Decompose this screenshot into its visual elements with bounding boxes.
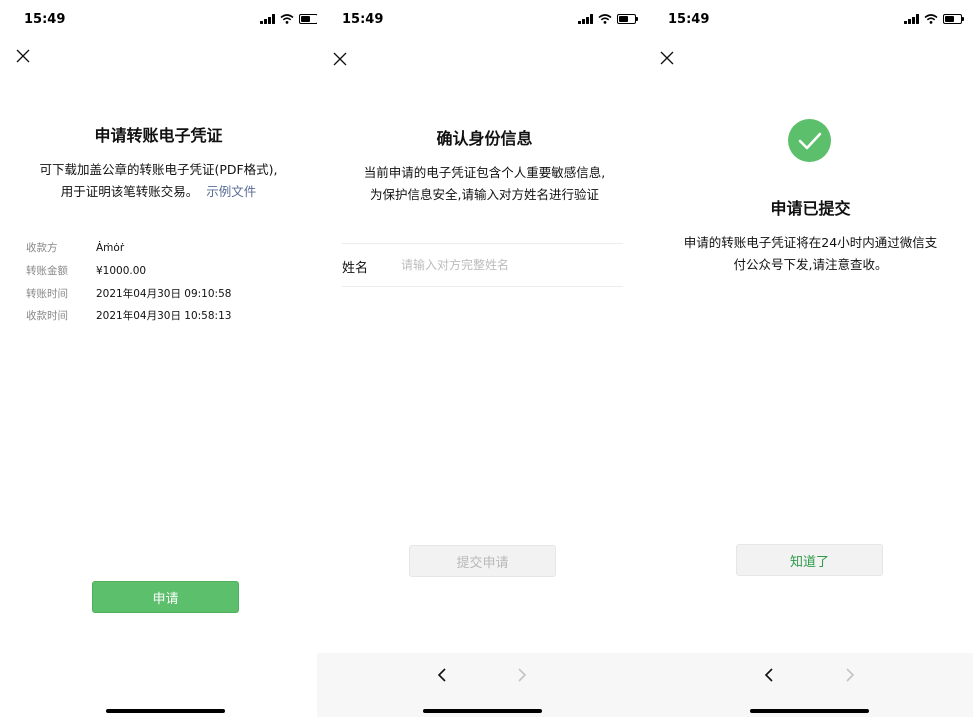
description-line-1: 可下载加盖公章的转账电子凭证(PDF格式), <box>39 162 278 177</box>
divider <box>342 243 623 244</box>
close-icon[interactable] <box>15 48 31 64</box>
description-line-1: 申请的转账电子凭证将在24小时内通过微信支 <box>683 235 938 250</box>
chevron-left-icon <box>437 668 446 682</box>
status-time: 15:49 <box>342 12 384 27</box>
confirm-identity-screen: 15:49 确认身份信息 当前申请的电子凭证包含个人重要敏感信息, 为保护信息安… <box>317 0 646 717</box>
description: 申请的转账电子凭证将在24小时内通过微信支 付公众号下发,请注意查收。 <box>648 232 973 276</box>
check-icon <box>798 132 821 149</box>
page-title: 确认身份信息 <box>436 129 533 148</box>
apply-voucher-screen: 15:49 申请转账电子凭证 可下载加盖公章的转账电子凭证(PDF格式), 用于… <box>0 0 317 717</box>
wifi-icon <box>924 14 938 24</box>
success-indicator <box>788 119 831 162</box>
wifi-icon <box>598 14 612 24</box>
back-button[interactable] <box>427 663 457 687</box>
status-time: 15:49 <box>24 12 66 27</box>
submitted-screen: 15:49 申请已提交 申请的转账电子凭证将在24小时内通过微信支 付公众号下发… <box>646 0 973 717</box>
back-button[interactable] <box>754 663 784 687</box>
forward-button[interactable] <box>835 663 865 687</box>
cellular-signal-icon <box>904 14 919 24</box>
description: 当前申请的电子凭证包含个人重要敏感信息, 为保护信息安全,请输入对方姓名进行验证 <box>323 162 646 206</box>
close-icon[interactable] <box>659 50 675 66</box>
battery-icon <box>943 14 964 24</box>
apply-button[interactable]: 申请 <box>92 581 239 613</box>
close-icon[interactable] <box>332 51 348 67</box>
page-title: 申请已提交 <box>770 199 851 218</box>
description-line-2: 为保护信息安全,请输入对方姓名进行验证 <box>370 187 599 202</box>
info-label: 转账金额 <box>26 265 68 277</box>
chevron-left-icon <box>764 668 773 682</box>
sample-file-link[interactable]: 示例文件 <box>206 184 256 199</box>
cellular-signal-icon <box>260 14 275 24</box>
info-label: 收款时间 <box>26 310 68 322</box>
battery-icon <box>299 14 317 24</box>
browser-toolbar <box>317 653 646 717</box>
page-title: 申请转账电子凭证 <box>94 126 223 145</box>
got-it-button[interactable]: 知道了 <box>736 544 883 576</box>
info-label: 收款方 <box>26 242 58 254</box>
home-indicator <box>106 709 225 713</box>
description-text: 用于证明该笔转账交易。 <box>60 184 199 199</box>
name-input[interactable] <box>401 250 611 280</box>
description-line-1: 当前申请的电子凭证包含个人重要敏感信息, <box>363 165 606 180</box>
status-bar: 15:49 <box>646 0 973 44</box>
status-bar: 15:49 <box>317 0 646 44</box>
chevron-right-icon <box>846 668 855 682</box>
info-value: ¥1000.00 <box>96 265 147 277</box>
info-value: 2021年04月30日 09:10:58 <box>96 288 232 300</box>
info-value: 2021年04月30日 10:58:13 <box>96 310 232 322</box>
battery-icon <box>617 14 638 24</box>
chevron-right-icon <box>518 668 527 682</box>
status-bar: 15:49 <box>0 0 317 44</box>
description-line-2: 付公众号下发,请注意查收。 <box>733 257 888 272</box>
submit-application-button[interactable]: 提交申请 <box>409 545 556 577</box>
description: 可下载加盖公章的转账电子凭证(PDF格式), 用于证明该笔转账交易。 示例文件 <box>0 159 317 203</box>
info-label: 转账时间 <box>26 288 68 300</box>
home-indicator <box>750 709 869 713</box>
name-label: 姓名 <box>342 261 369 276</box>
info-value: Ȧṁȯṙ <box>96 242 125 254</box>
browser-toolbar <box>646 653 973 717</box>
divider <box>342 286 623 287</box>
description-line-2: 用于证明该笔转账交易。 示例文件 <box>0 181 317 203</box>
home-indicator <box>423 709 542 713</box>
status-time: 15:49 <box>668 12 710 27</box>
cellular-signal-icon <box>578 14 593 24</box>
forward-button[interactable] <box>507 663 537 687</box>
wifi-icon <box>280 14 294 24</box>
